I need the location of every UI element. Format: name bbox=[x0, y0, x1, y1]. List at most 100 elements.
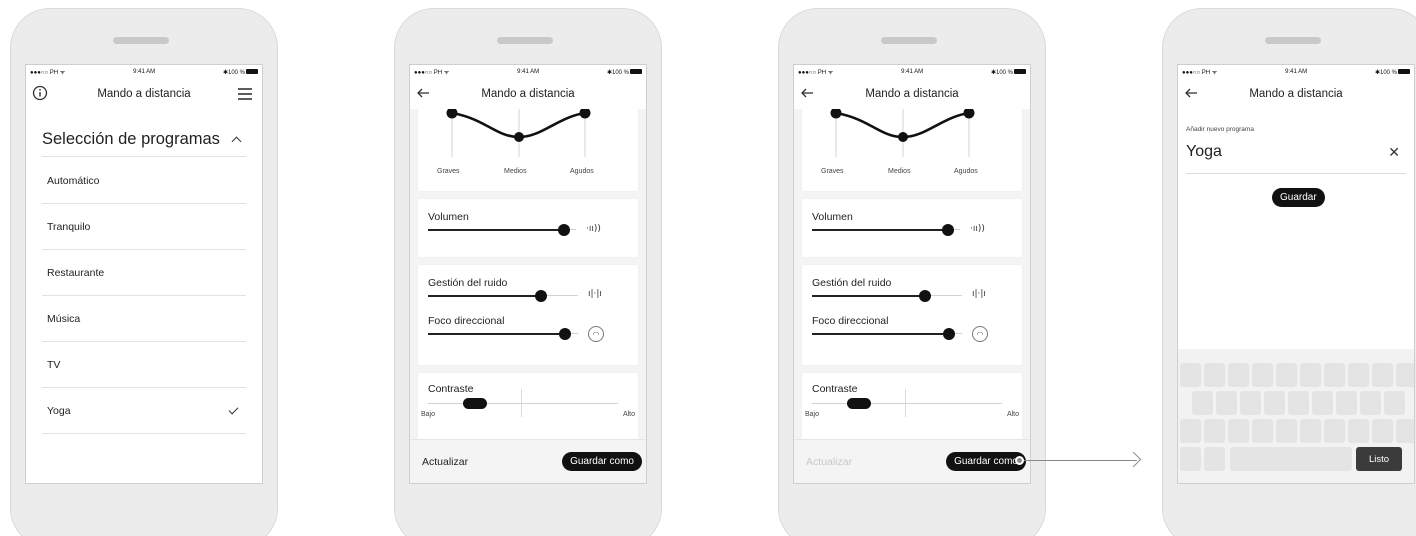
keyboard-key[interactable] bbox=[1204, 419, 1225, 443]
close-icon[interactable]: ✕ bbox=[1388, 144, 1400, 161]
keyboard-key[interactable] bbox=[1228, 363, 1249, 387]
update-button: Actualizar bbox=[806, 456, 853, 468]
emoji-key[interactable] bbox=[1204, 447, 1225, 471]
chevron-up-icon bbox=[231, 136, 242, 147]
keyboard-key[interactable] bbox=[1348, 363, 1369, 387]
list-item[interactable]: TV bbox=[42, 342, 246, 388]
nav-bar: Mando a distancia bbox=[26, 79, 262, 109]
list-item[interactable]: Música bbox=[42, 296, 246, 342]
page-title: Mando a distancia bbox=[1249, 88, 1343, 100]
noise-label: Gestión del ruido bbox=[428, 277, 508, 289]
page-title: Mando a distancia bbox=[865, 88, 959, 100]
status-bar: ●●●○○ PH ᯤ 9:41 AM ✱100 % bbox=[410, 65, 646, 79]
contrast-slider-track bbox=[428, 403, 618, 404]
battery-icon bbox=[1398, 69, 1410, 75]
keyboard-key[interactable] bbox=[1312, 391, 1333, 415]
keyboard-key[interactable] bbox=[1240, 391, 1261, 415]
program-label: Yoga bbox=[47, 404, 71, 417]
keyboard-key[interactable] bbox=[1264, 391, 1285, 415]
save-as-button[interactable]: Guardar como bbox=[946, 452, 1026, 471]
status-carrier: ●●●○○ PH ᯤ bbox=[1182, 70, 1218, 76]
contrast-slider-track bbox=[812, 403, 1002, 404]
keyboard-key[interactable] bbox=[1324, 363, 1345, 387]
numbers-key[interactable] bbox=[1180, 447, 1201, 471]
status-battery: ✱100 % bbox=[991, 69, 1026, 76]
keyboard-key[interactable] bbox=[1180, 363, 1201, 387]
keyboard-key[interactable] bbox=[1288, 391, 1309, 415]
check-icon bbox=[228, 404, 239, 414]
shift-key[interactable] bbox=[1180, 419, 1201, 443]
keyboard-key[interactable] bbox=[1216, 391, 1237, 415]
keyboard-key[interactable] bbox=[1372, 419, 1393, 443]
noise-slider-track bbox=[926, 295, 962, 296]
keyboard-key[interactable] bbox=[1300, 419, 1321, 443]
volume-slider-handle[interactable] bbox=[558, 224, 570, 236]
list-item-selected[interactable]: Yoga bbox=[42, 388, 246, 434]
eq-label-high: Agudos bbox=[954, 168, 978, 175]
list-item[interactable]: Tranquilo bbox=[42, 204, 246, 250]
eq-label-high: Agudos bbox=[570, 168, 594, 175]
contrast-card: Contraste Bajo Alto bbox=[802, 373, 1022, 439]
keyboard-key[interactable] bbox=[1192, 391, 1213, 415]
noise-focus-card: Gestión del ruido ı|·|ı Foco direccional… bbox=[418, 265, 638, 365]
action-bar: Actualizar Guardar como bbox=[410, 439, 646, 483]
equalizer-curve[interactable] bbox=[418, 109, 640, 169]
status-carrier: ●●●○○ PH ᯤ bbox=[30, 70, 66, 76]
update-button[interactable]: Actualizar bbox=[422, 456, 468, 468]
keyboard-key[interactable] bbox=[1276, 419, 1297, 443]
keyboard-key[interactable] bbox=[1324, 419, 1345, 443]
controls-area: Graves Medios Agudos Volumen ·ıı)) Gesti… bbox=[410, 109, 646, 483]
keyboard-key[interactable] bbox=[1360, 391, 1381, 415]
keyboard-key[interactable] bbox=[1204, 363, 1225, 387]
status-battery: ✱100 % bbox=[223, 69, 258, 76]
volume-card: Volumen ·ıı)) bbox=[802, 199, 1022, 257]
eq-label-mid: Medios bbox=[888, 168, 911, 175]
keyboard-key[interactable] bbox=[1372, 363, 1393, 387]
program-section-header[interactable]: Selección de programas bbox=[42, 123, 246, 157]
keyboard-key[interactable] bbox=[1252, 363, 1273, 387]
contrast-min-label: Bajo bbox=[421, 411, 436, 418]
eq-label-low: Graves bbox=[437, 168, 460, 175]
program-label: Tranquilo bbox=[47, 220, 91, 233]
contrast-center-mark bbox=[521, 389, 522, 417]
program-list: Automático Tranquilo Restaurante Música … bbox=[42, 158, 246, 434]
volume-icon: ·ıı)) bbox=[586, 224, 601, 234]
equalizer-curve[interactable] bbox=[802, 109, 1024, 169]
action-bar: Actualizar Guardar como bbox=[794, 439, 1030, 483]
menu-icon[interactable] bbox=[237, 87, 253, 104]
program-name-input[interactable]: Yoga bbox=[1186, 143, 1222, 161]
volume-slider-handle[interactable] bbox=[942, 224, 954, 236]
status-bar: ●●●○○ PH ᯤ 9:41 AM ✱100 % bbox=[1178, 65, 1414, 79]
keyboard-key[interactable] bbox=[1300, 363, 1321, 387]
keyboard-key[interactable] bbox=[1228, 419, 1249, 443]
phone-speaker bbox=[497, 37, 553, 44]
keyboard-key[interactable] bbox=[1252, 419, 1273, 443]
keyboard-key[interactable] bbox=[1336, 391, 1357, 415]
noise-label: Gestión del ruido bbox=[812, 277, 892, 289]
noise-slider-handle[interactable] bbox=[535, 290, 547, 302]
phone-speaker bbox=[881, 37, 937, 44]
focus-slider-fill bbox=[428, 333, 564, 335]
focus-slider-handle[interactable] bbox=[559, 328, 571, 340]
keyboard-key[interactable] bbox=[1396, 363, 1414, 387]
backspace-key[interactable] bbox=[1396, 419, 1414, 443]
keyboard-key[interactable] bbox=[1384, 391, 1405, 415]
focus-icon: ◠ bbox=[972, 326, 988, 342]
keyboard-key[interactable] bbox=[1276, 363, 1297, 387]
list-item[interactable]: Restaurante bbox=[42, 250, 246, 296]
noise-slider-handle[interactable] bbox=[919, 290, 931, 302]
done-key[interactable]: Listo bbox=[1356, 447, 1402, 471]
focus-slider-handle[interactable] bbox=[943, 328, 955, 340]
page-title: Mando a distancia bbox=[97, 88, 191, 100]
contrast-slider-handle[interactable] bbox=[847, 398, 871, 409]
status-carrier: ●●●○○ PH ᯤ bbox=[798, 70, 834, 76]
save-button[interactable]: Guardar bbox=[1272, 188, 1325, 207]
focus-icon: ◠ bbox=[588, 326, 604, 342]
list-item[interactable]: Automático bbox=[42, 158, 246, 204]
contrast-label: Contraste bbox=[428, 383, 474, 395]
new-program-screen: ●●●○○ PH ᯤ 9:41 AM ✱100 % Mando a distan… bbox=[1177, 64, 1415, 484]
space-key[interactable] bbox=[1230, 447, 1352, 471]
keyboard-key[interactable] bbox=[1348, 419, 1369, 443]
save-as-button[interactable]: Guardar como bbox=[562, 452, 642, 471]
contrast-slider-handle[interactable] bbox=[463, 398, 487, 409]
